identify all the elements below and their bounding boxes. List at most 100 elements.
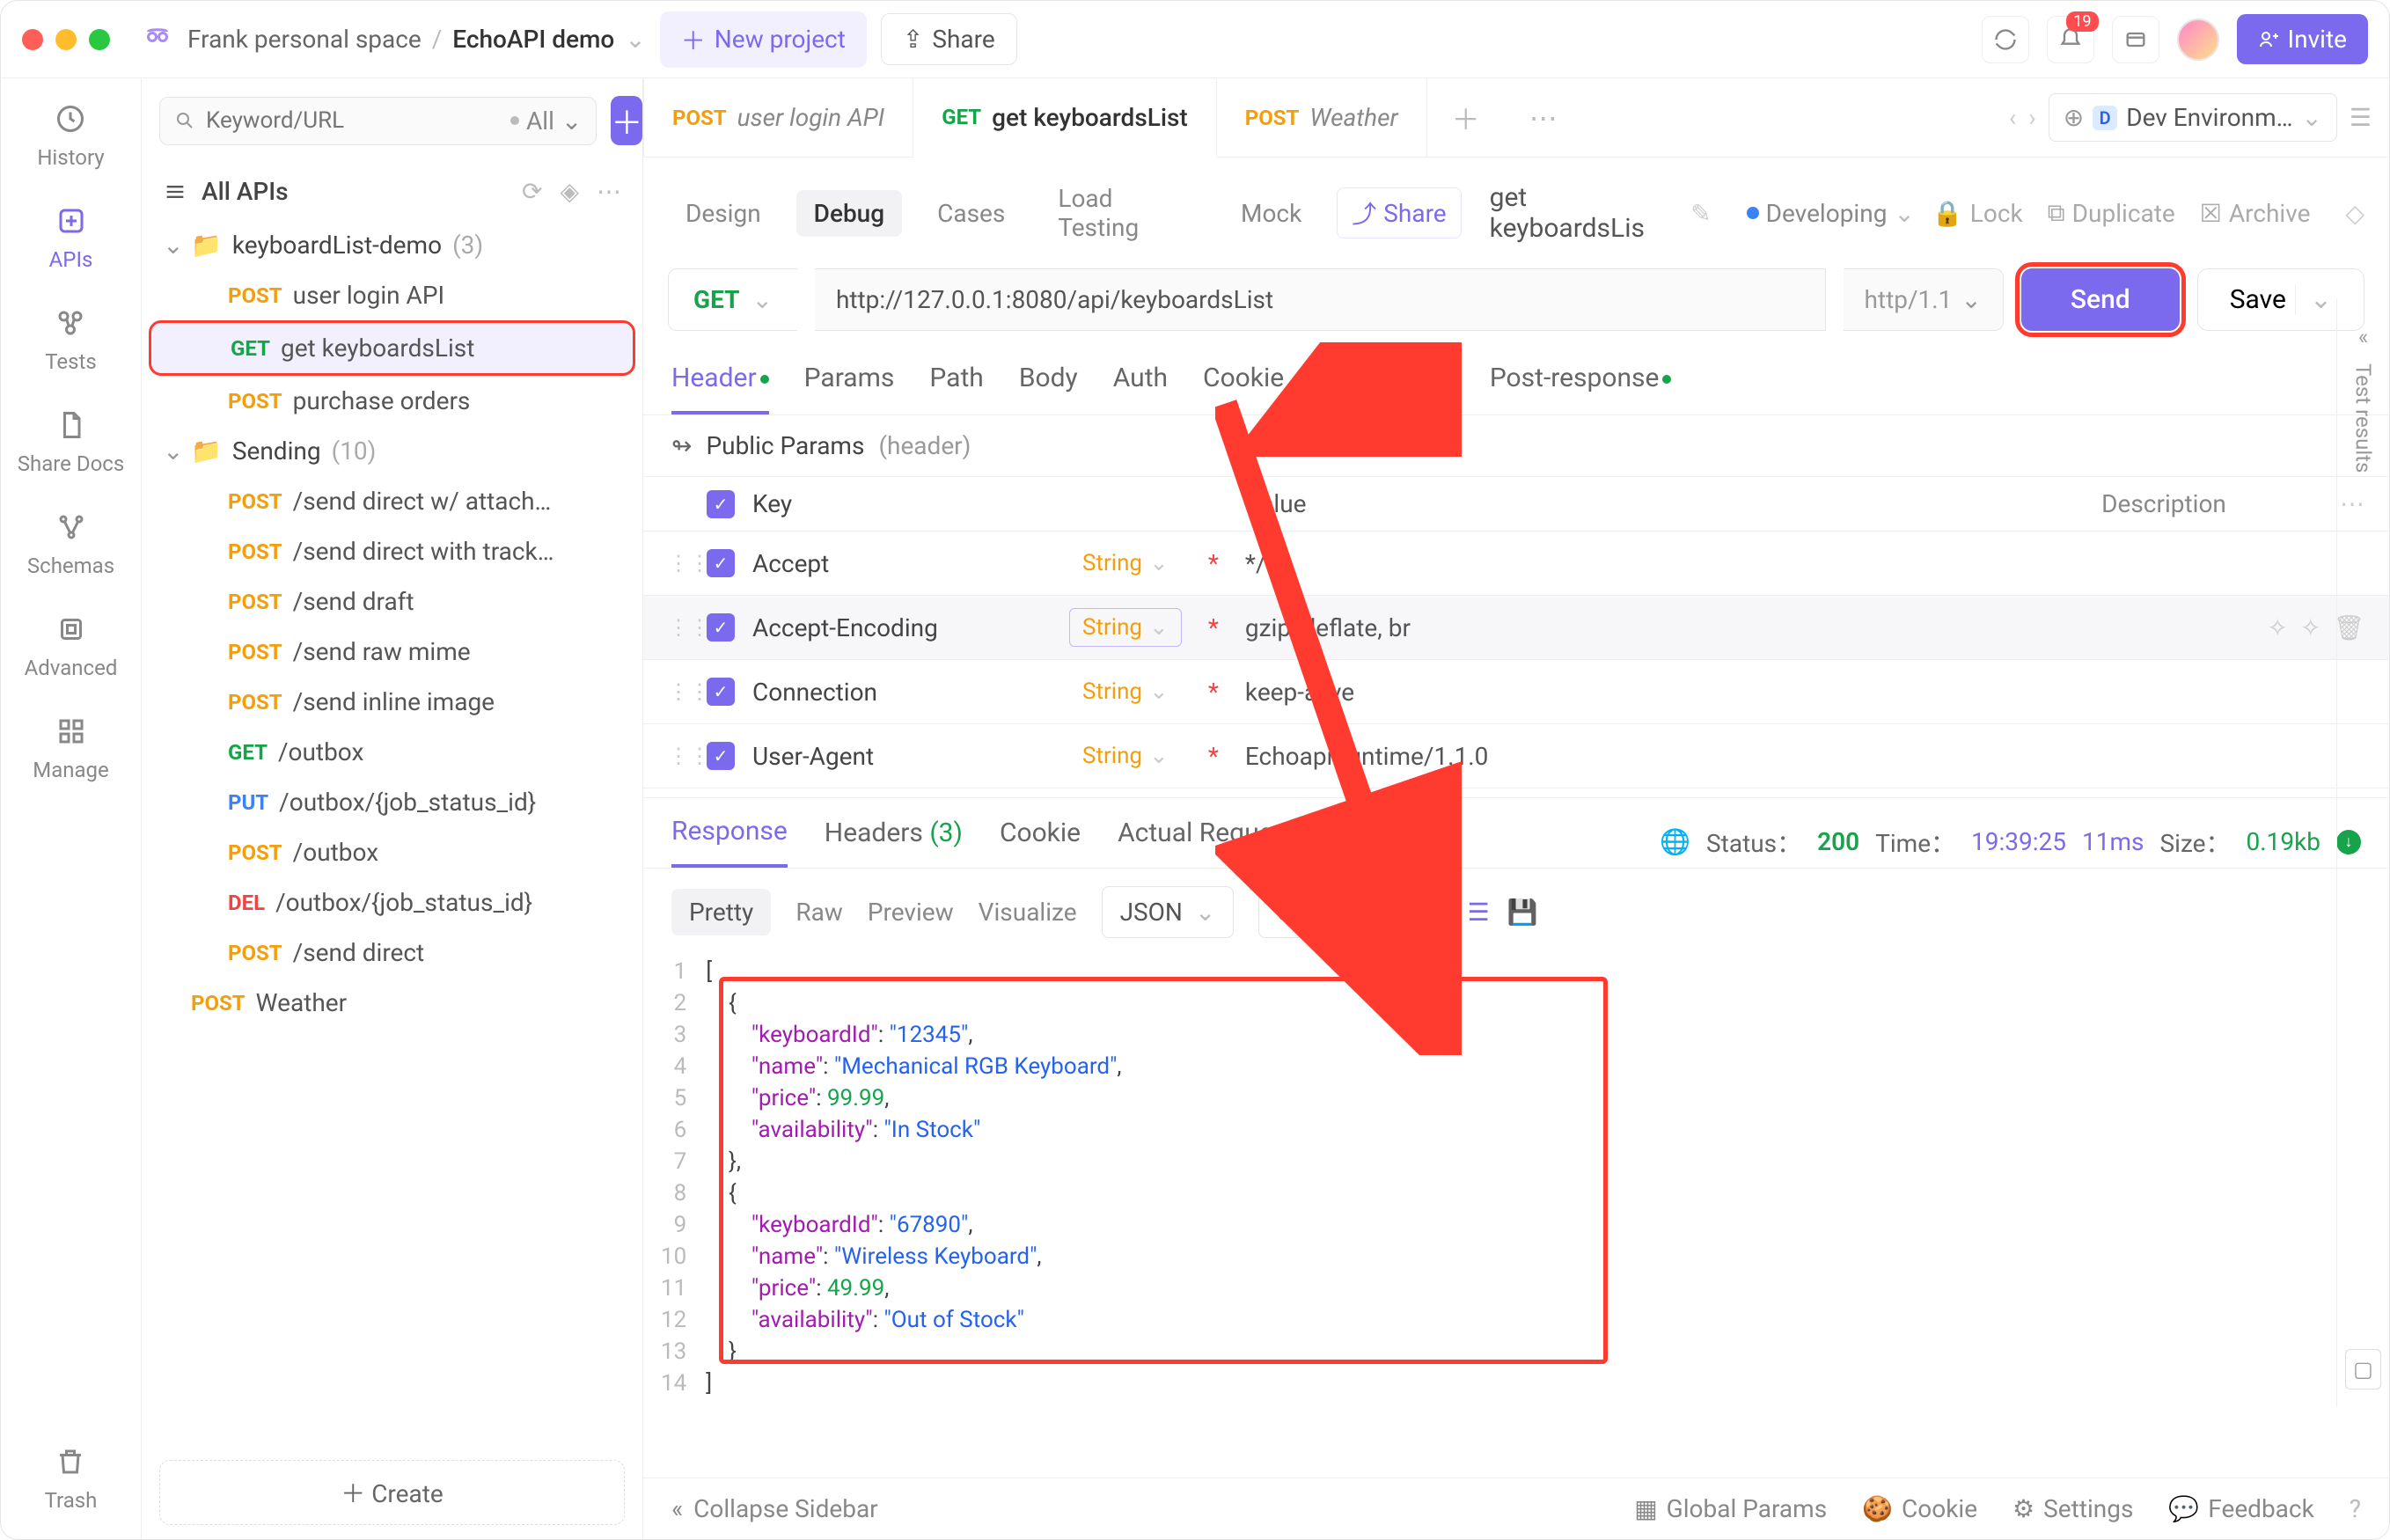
bell-icon[interactable]: 19 [2047, 16, 2094, 63]
add-button[interactable]: ＋ [611, 96, 642, 145]
locate-icon[interactable]: ◈ [560, 177, 579, 206]
menu-icon[interactable]: ☰ [2350, 103, 2372, 132]
api-item[interactable]: POSTuser login API [149, 270, 635, 320]
help-icon[interactable]: ◇ [2345, 199, 2364, 228]
search-field[interactable] [206, 107, 500, 134]
seg-load[interactable]: Load Testing [1040, 175, 1206, 251]
toolbar-share[interactable]: ⤴ Share [1337, 187, 1461, 238]
api-item[interactable]: POSTpurchase orders [149, 376, 635, 426]
method-selector[interactable]: GET ⌄ [668, 268, 797, 331]
edit-icon[interactable]: ✎ [1690, 199, 1711, 228]
drag-handle-icon[interactable]: ⋮⋮ [668, 744, 689, 768]
header-key[interactable]: Accept [752, 549, 1052, 578]
more-icon[interactable]: ⋯ [597, 177, 621, 206]
header-value[interactable]: gzip, deflate, br [1245, 613, 2250, 642]
format-selector[interactable]: JSON ⌄ [1102, 886, 1235, 938]
share-button[interactable]: ⇪ Share [881, 13, 1017, 65]
nav-manage[interactable]: Manage [33, 712, 109, 782]
seg-debug[interactable]: Debug [796, 190, 902, 237]
reqtab-pre[interactable]: Pre-request [1319, 363, 1455, 414]
type-selector[interactable]: String ⌄ [1069, 608, 1182, 647]
sidebar-header[interactable]: All APIs ⟳ ◈ ⋯ [142, 163, 642, 220]
nav-history[interactable]: History [37, 99, 104, 170]
format-icon[interactable]: ☰ [1468, 898, 1490, 928]
tab-add[interactable]: ＋ [1427, 98, 1505, 138]
table-row[interactable]: ⋮⋮ ✓ User-Agent String ⌄ * EchoapiRuntim… [643, 724, 2389, 788]
help-icon[interactable]: ? [2350, 1494, 2361, 1523]
footer-global-params[interactable]: ▦Global Params [1634, 1494, 1827, 1523]
public-params-toggle[interactable]: ↬ Public Params (header) [643, 415, 2389, 476]
checkbox[interactable]: ✓ [707, 678, 735, 706]
refresh-icon[interactable]: ⟳ [522, 177, 542, 206]
header-value[interactable]: */* [1245, 549, 2030, 578]
workspace-name[interactable]: Frank personal space [187, 25, 422, 54]
card-icon[interactable] [2112, 16, 2159, 63]
reqtab-header[interactable]: Header [671, 363, 769, 414]
sync-icon[interactable] [1982, 16, 2029, 63]
reqtab-cookie[interactable]: Cookie [1203, 363, 1284, 414]
lock-action[interactable]: 🔒Lock [1932, 198, 2023, 228]
type-selector[interactable]: String ⌄ [1069, 544, 1182, 583]
view-pretty[interactable]: Pretty [671, 889, 771, 935]
header-key[interactable]: Accept-Encoding [752, 613, 1052, 642]
collapse-sidebar[interactable]: « Collapse Sidebar [671, 1494, 878, 1523]
table-row[interactable]: ⋮⋮ ✓ Accept-Encoding String ⌄ * gzip, de… [643, 596, 2389, 660]
copy-icon[interactable]: ⧉ [1433, 898, 1450, 928]
encoding-selector[interactable]: UTF-8 ⌄ [1258, 886, 1393, 938]
api-item[interactable]: POST/send direct [149, 928, 635, 978]
status-selector[interactable]: Developing ⌄ [1747, 199, 1915, 228]
api-item[interactable]: POSTWeather [149, 978, 635, 1028]
tab-more[interactable]: ⋯ [1505, 101, 1582, 135]
reqtab-post[interactable]: Post-response [1490, 363, 1672, 414]
view-raw[interactable]: Raw [795, 898, 843, 927]
environment-selector[interactable]: ⊕ D Dev Environm… ⌄ [2049, 93, 2337, 142]
drag-handle-icon[interactable]: ⋮⋮ [668, 551, 689, 576]
checkbox[interactable]: ✓ [707, 742, 735, 770]
seg-design[interactable]: Design [668, 190, 779, 237]
seg-mock[interactable]: Mock [1223, 190, 1319, 237]
checkbox[interactable]: ✓ [707, 613, 735, 642]
folder-item[interactable]: ⌄📁keyboardList-demo (3) [149, 220, 635, 270]
api-item[interactable]: PUT/outbox/{job_status_id} [149, 777, 635, 827]
header-value[interactable]: EchoapiRuntime/1.1.0 [1245, 742, 2030, 771]
url-input[interactable]: http://127.0.0.1:8080/api/keyboardsList [815, 268, 1826, 331]
api-item[interactable]: GETget keyboardsList [149, 320, 635, 376]
send-button[interactable]: Send [2021, 268, 2180, 331]
magic-icon[interactable]: ✧ [2268, 613, 2288, 642]
tab-user-login[interactable]: POST user login API [643, 78, 913, 157]
type-selector[interactable]: String ⌄ [1069, 737, 1182, 775]
reqtab-params[interactable]: Params [804, 363, 895, 414]
chevron-down-icon[interactable]: ⌄ [625, 25, 645, 54]
resptab-headers[interactable]: Headers (3) [825, 818, 963, 866]
new-project-button[interactable]: ＋ New project [660, 11, 867, 68]
resptab-cookie[interactable]: Cookie [1000, 818, 1081, 866]
table-row[interactable]: ⋮⋮ ✓ Connection String ⌄ * keep-alive [643, 660, 2389, 724]
breadcrumb[interactable]: Frank personal space / EchoAPI demo ⌄ [187, 25, 646, 54]
checkbox[interactable]: ✓ [707, 549, 735, 577]
archive-action[interactable]: ☒Archive [2200, 198, 2311, 228]
type-selector[interactable]: String ⌄ [1069, 672, 1182, 711]
header-key[interactable]: User-Agent [752, 742, 1052, 771]
api-item[interactable]: POST/outbox [149, 827, 635, 877]
search-input[interactable]: All ⌄ [159, 97, 597, 145]
window-controls[interactable] [22, 29, 110, 50]
reqtab-path[interactable]: Path [929, 363, 983, 414]
drag-handle-icon[interactable]: ⋮⋮ [668, 679, 689, 704]
view-preview[interactable]: Preview [868, 898, 954, 927]
filter-dropdown[interactable]: All ⌄ [510, 106, 582, 136]
tab-get-keyboards[interactable]: GET get keyboardsList [913, 79, 1217, 158]
avatar[interactable] [2177, 18, 2219, 61]
api-item[interactable]: POST/send direct w/ attach… [149, 476, 635, 526]
reqtab-body[interactable]: Body [1019, 363, 1078, 414]
save-icon[interactable]: 💾 [1507, 898, 1538, 928]
nav-advanced[interactable]: Advanced [25, 610, 118, 680]
request-title[interactable]: get keyboardsLis [1490, 182, 1674, 244]
seg-cases[interactable]: Cases [920, 190, 1023, 237]
api-item[interactable]: POST/send raw mime [149, 627, 635, 677]
duplicate-action[interactable]: ⧉Duplicate [2048, 198, 2175, 228]
api-item[interactable]: POST/send draft [149, 576, 635, 627]
resptab-actual[interactable]: Actual Request [1118, 818, 1314, 866]
api-item[interactable]: POST/send inline image [149, 677, 635, 727]
ai-icon[interactable]: ✧ [2300, 613, 2320, 642]
nav-apis[interactable]: APIs [49, 202, 93, 272]
